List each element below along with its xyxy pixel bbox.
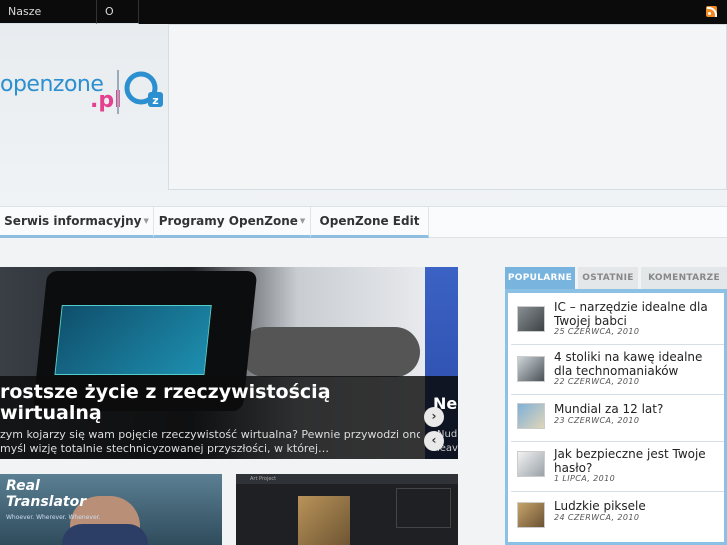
thumbnail-title: Real Translator — [6, 478, 86, 510]
slide-excerpt-line: zym kojarzy się wam pojęcie rzeczywistoś… — [0, 428, 420, 441]
post-date: 25 CZERWCA, 2010 — [554, 327, 640, 336]
thumbnail-image-detail — [396, 488, 451, 528]
slide-excerpt-line: myśl wizję totalnie stechnicyzowanej prz… — [0, 442, 330, 455]
list-item[interactable]: IC – narzędzie idealne dla Twojej babci … — [511, 295, 724, 345]
slide-caption[interactable]: rostsze życie z rzeczywistością wirtualn… — [0, 376, 425, 459]
list-item[interactable]: 4 stoliki na kawę idealne dla technomani… — [511, 345, 724, 395]
logo-text: openzone — [0, 72, 104, 97]
post-date: 24 CZERWCA, 2010 — [554, 513, 640, 522]
nav-tab-openzone-edit[interactable]: OpenZone Edit — [311, 207, 429, 238]
article-thumbnail[interactable]: Real Translator Whoever. Wherever. Whene… — [0, 474, 222, 545]
list-item[interactable]: Ludzkie piksele 24 CZERWCA, 2010 — [511, 492, 724, 540]
top-menu-nasze-programy[interactable]: Nasze programy▼ — [0, 0, 97, 41]
article-thumbnail[interactable]: Art Project — [236, 474, 458, 545]
post-thumbnail[interactable] — [517, 403, 545, 429]
post-thumbnail[interactable] — [517, 356, 545, 382]
post-thumbnail[interactable] — [517, 502, 545, 528]
thumbnail-header: Art Project — [236, 474, 458, 484]
ad-banner — [168, 24, 727, 190]
thumbnail-title-line: Translator — [6, 494, 87, 510]
post-title[interactable]: IC – narzędzie idealne dla Twojej babci — [554, 300, 720, 328]
main-nav: Serwis informacyjny ▼ Programy OpenZone ▼ … — [0, 206, 727, 238]
slide-title-line: wirtualną — [0, 402, 102, 424]
post-title[interactable]: Ludzkie piksele — [554, 499, 720, 513]
slide-excerpt: zym kojarzy się wam pojęcie rzeczywistoś… — [0, 428, 420, 456]
slide-image-detail — [54, 305, 212, 375]
oz-logo-icon: z — [124, 71, 163, 107]
tab-popularne[interactable]: POPULARNE — [505, 267, 575, 289]
nav-tab-serwis-informacyjny[interactable]: Serwis informacyjny ▼ — [0, 207, 154, 238]
top-bar: Nasze programy▼ O nas — [0, 0, 727, 41]
thumbnail-image-detail — [62, 524, 148, 545]
logo-divider — [117, 70, 119, 114]
svg-text:z: z — [152, 94, 158, 107]
slide-title[interactable]: rostsze życie z rzeczywistością wirtualn… — [0, 382, 420, 424]
slider-prev-button[interactable]: ‹ — [424, 431, 444, 451]
slide-title-line: rostsze życie z rzeczywistością — [0, 382, 331, 403]
post-date: 23 CZERWCA, 2010 — [554, 416, 640, 425]
list-item[interactable]: Mundial za 12 lat? 23 CZERWCA, 2010 — [511, 395, 724, 442]
keys-icon[interactable] — [517, 451, 545, 477]
post-title[interactable]: Mundial za 12 lat? — [554, 402, 720, 416]
thumbnail-subtitle: Whoever. Wherever. Whenever. — [6, 514, 101, 521]
tab-ostatnie[interactable]: OSTATNIE — [578, 267, 638, 289]
post-thumbnail[interactable] — [517, 306, 545, 332]
chevron-down-icon: ▼ — [299, 217, 306, 225]
nav-tab-label: OpenZone Edit — [319, 214, 420, 228]
nav-tab-label: Serwis informacyjny — [4, 214, 142, 228]
tab-komentarze[interactable]: KOMENTARZE — [641, 267, 727, 289]
post-date: 1 LIPCA, 2010 — [554, 474, 616, 483]
post-date: 22 CZERWCA, 2010 — [554, 377, 640, 386]
featured-slider[interactable]: rostsze życie z rzeczywistością wirtualn… — [0, 267, 458, 459]
slider-next-button[interactable]: › — [424, 407, 444, 427]
post-title[interactable]: Jak bezpieczne jest Twoje hasło? — [554, 447, 720, 475]
popular-posts-list: IC – narzędzie idealne dla Twojej babci … — [505, 289, 727, 545]
post-title[interactable]: 4 stoliki na kawę idealne dla technomani… — [554, 350, 720, 378]
list-item[interactable]: Jak bezpieczne jest Twoje hasło? 1 LIPCA… — [511, 442, 724, 492]
nav-tab-programy-openzone[interactable]: Programy OpenZone ▼ — [154, 207, 311, 238]
thumbnail-image-detail — [298, 496, 350, 545]
chevron-down-icon: ▼ — [143, 217, 149, 225]
slide-image-detail — [240, 327, 420, 377]
sidebar-tabs: POPULARNE OSTATNIE KOMENTARZE — [505, 267, 727, 289]
nav-tab-label: Programy OpenZone — [158, 214, 298, 228]
site-logo[interactable]: openzone .pl z — [0, 68, 170, 138]
top-menu-o-nas[interactable]: O nas — [97, 0, 139, 41]
rss-icon[interactable] — [706, 6, 717, 17]
thumbnail-title-line: Real — [6, 478, 40, 494]
site-header: openzone .pl z — [0, 24, 727, 206]
